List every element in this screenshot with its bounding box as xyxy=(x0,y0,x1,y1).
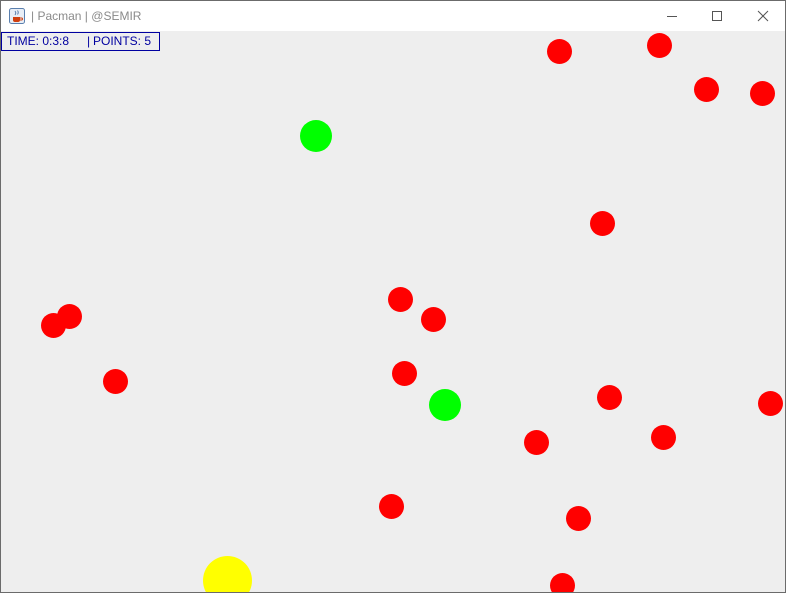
enemy-ball xyxy=(103,369,128,394)
food-ball xyxy=(300,120,332,152)
enemy-ball xyxy=(524,430,549,455)
maximize-icon xyxy=(712,11,722,21)
points-display: POINTS: 5 xyxy=(93,34,152,48)
minimize-icon xyxy=(667,16,677,17)
enemy-ball xyxy=(547,39,572,64)
hud-panel: TIME: 0:3:8 | POINTS: 5 xyxy=(1,32,160,51)
pacman-player xyxy=(203,556,252,592)
enemy-ball xyxy=(379,494,404,519)
minimize-button[interactable] xyxy=(649,1,695,31)
enemy-ball xyxy=(421,307,446,332)
java-cup-icon xyxy=(9,8,25,24)
title-bar[interactable]: | Pacman | @SEMIR xyxy=(1,1,785,31)
enemy-ball xyxy=(694,77,719,102)
close-icon xyxy=(757,10,769,22)
game-window: | Pacman | @SEMIR TIME: 0:3:8 | POINTS: … xyxy=(0,0,786,593)
enemy-ball xyxy=(590,211,615,236)
enemy-ball xyxy=(750,81,775,106)
hud-separator: | xyxy=(87,34,91,48)
enemy-ball xyxy=(41,313,66,338)
food-ball xyxy=(429,389,461,421)
enemy-ball xyxy=(597,385,622,410)
enemy-ball xyxy=(566,506,591,531)
enemy-ball xyxy=(647,33,672,58)
enemy-ball xyxy=(651,425,676,450)
close-button[interactable] xyxy=(740,1,785,31)
game-board[interactable]: TIME: 0:3:8 | POINTS: 5 xyxy=(1,31,785,592)
window-title: | Pacman | @SEMIR xyxy=(31,9,142,23)
enemy-ball xyxy=(758,391,783,416)
enemy-ball xyxy=(392,361,417,386)
enemy-ball xyxy=(388,287,413,312)
enemy-ball xyxy=(550,573,575,592)
maximize-button[interactable] xyxy=(694,1,740,31)
time-display: TIME: 0:3:8 xyxy=(7,34,70,48)
